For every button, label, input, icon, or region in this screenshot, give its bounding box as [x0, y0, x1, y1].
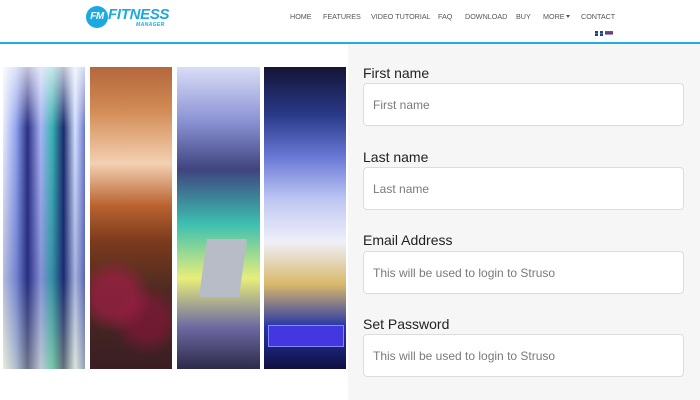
- landscape-photo-image: [90, 67, 172, 369]
- serbian-flag-icon[interactable]: [605, 31, 613, 36]
- group-photo-image: [3, 67, 85, 369]
- nav-video-tutorial[interactable]: VIDEO TUTORIAL: [371, 11, 431, 23]
- language-switcher: [595, 31, 615, 37]
- first-name-input[interactable]: [363, 83, 684, 126]
- first-name-label: First name: [363, 65, 430, 81]
- nav-download[interactable]: DOWNLOAD: [465, 11, 507, 23]
- photo-collage: [0, 44, 348, 400]
- nav-faq[interactable]: FAQ: [438, 11, 452, 23]
- english-flag-icon[interactable]: [595, 31, 603, 36]
- nav-more-label: MORE: [543, 12, 565, 21]
- caret-down-icon: [565, 15, 570, 18]
- nav-home[interactable]: HOME: [290, 11, 312, 23]
- signup-form: First name Last name Email Address Set P…: [348, 44, 700, 400]
- nav-buy[interactable]: BUY: [516, 11, 531, 23]
- email-label: Email Address: [363, 232, 453, 248]
- password-label: Set Password: [363, 316, 450, 332]
- last-name-label: Last name: [363, 149, 429, 165]
- main-nav: HOME FEATURES VIDEO TUTORIAL FAQ DOWNLOA…: [0, 11, 700, 23]
- nav-more-dropdown[interactable]: MORE: [543, 11, 570, 23]
- email-input[interactable]: [363, 251, 684, 294]
- top-navbar: FM FITNESS MANAGER HOME FEATURES VIDEO T…: [0, 0, 700, 43]
- women-laptop-photo-image: [177, 67, 260, 369]
- password-input[interactable]: [363, 334, 684, 377]
- nav-features[interactable]: FEATURES: [323, 11, 361, 23]
- nav-contact[interactable]: CONTACT: [581, 11, 615, 23]
- app-screens-photo-image: [264, 67, 346, 369]
- last-name-input[interactable]: [363, 167, 684, 210]
